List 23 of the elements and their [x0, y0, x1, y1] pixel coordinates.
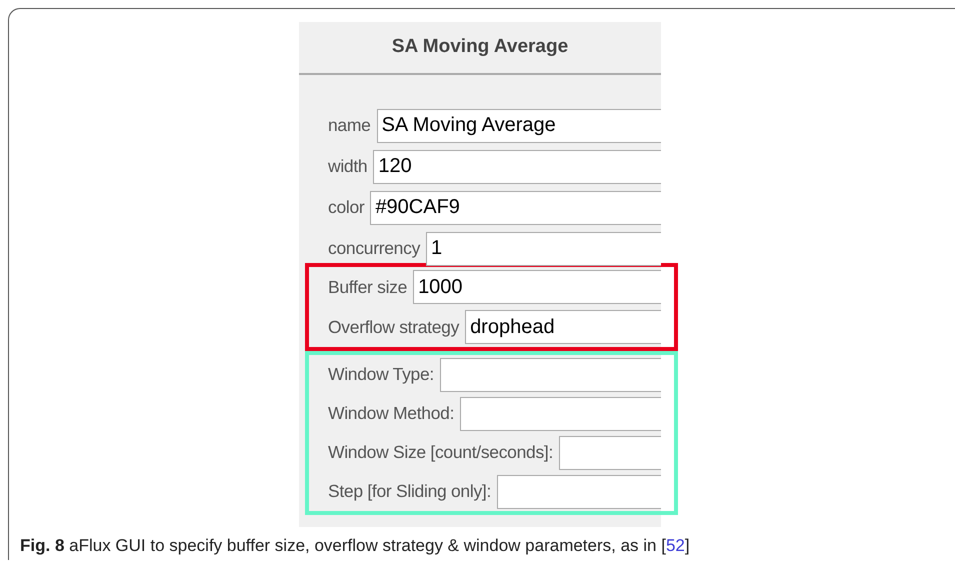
figure-caption: Fig. 8 aFlux GUI to specify buffer size, overflow strategy & window parameters, as in [52] [20, 535, 690, 557]
text-field[interactable]: #90CAF9 [370, 190, 661, 224]
citation-link[interactable]: 52 [666, 536, 685, 555]
text-field[interactable]: drophead [465, 310, 661, 344]
field-label: color [328, 196, 364, 220]
field-label: Step [for Sliding only]: [328, 480, 492, 504]
text-field[interactable]: SA Moving Average [376, 108, 661, 142]
field-label: Overflow strategy [328, 316, 460, 339]
text-field[interactable]: 1 [426, 232, 661, 266]
field-label: Window Type: [328, 363, 434, 386]
text-field[interactable] [460, 396, 661, 430]
field-label: Buffer size [328, 276, 408, 299]
field-label: Window Size [count/seconds]: [328, 441, 554, 464]
field-label: concurrency [328, 237, 420, 260]
field-label: width [328, 155, 368, 178]
text-field[interactable]: 1000 [413, 270, 661, 304]
text-field[interactable] [497, 474, 661, 508]
text-field[interactable]: 120 [373, 150, 661, 184]
text-field[interactable] [440, 358, 661, 392]
panel-title: SA Moving Average [299, 22, 661, 75]
field-label: Window Method: [328, 402, 454, 426]
field-label: name [328, 114, 371, 138]
text-field[interactable] [559, 436, 661, 470]
